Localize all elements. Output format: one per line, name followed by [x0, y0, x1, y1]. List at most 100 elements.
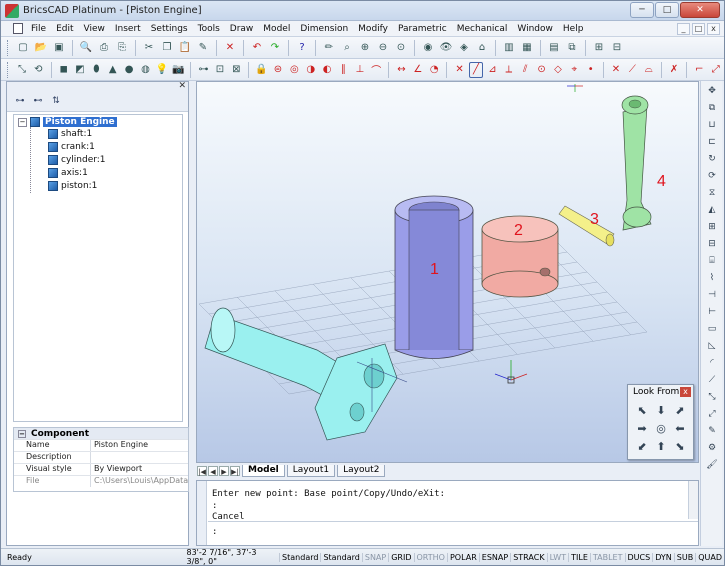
box-icon[interactable]: ◼ — [56, 62, 70, 78]
angle-icon[interactable]: ∠ — [411, 62, 425, 78]
eye-icon[interactable]: 👁 — [438, 40, 454, 56]
delete-icon[interactable]: ✕ — [222, 40, 238, 56]
menu-edit[interactable]: Edit — [51, 24, 78, 34]
look-left-icon[interactable]: ⬅ — [672, 421, 688, 436]
dim-style[interactable]: Standard — [320, 552, 361, 562]
align-icon[interactable]: ⌸ — [704, 254, 720, 268]
snap-nearest-icon[interactable]: ⟋ — [625, 62, 639, 78]
cascade-icon[interactable]: ⊟ — [609, 40, 625, 56]
toolbar-grip[interactable] — [7, 39, 10, 56]
connecting-rod-part[interactable] — [621, 95, 652, 231]
tangent-icon[interactable]: ⌒ — [369, 62, 383, 78]
look-right-icon[interactable]: ➡ — [634, 421, 650, 436]
snap-apparent-icon[interactable]: ⤢ — [709, 62, 723, 78]
tab-model[interactable]: Model — [242, 465, 285, 477]
menu-dimension[interactable]: Dimension — [295, 24, 353, 34]
prop-row-file[interactable]: File C:\Users\Louis\AppData — [14, 475, 188, 487]
collapse-tree-icon[interactable]: ⊷ — [31, 96, 45, 108]
prop-row-visual-style[interactable]: Visual style By Viewport — [14, 463, 188, 475]
undo-icon[interactable]: ↶ — [249, 40, 265, 56]
zoom-out-icon[interactable]: ⊖ — [375, 40, 391, 56]
command-scrollbar[interactable] — [688, 481, 698, 519]
command-input[interactable]: : — [208, 521, 698, 545]
menu-insert[interactable]: Insert — [110, 24, 146, 34]
menu-file[interactable]: File — [26, 24, 51, 34]
tab-layout2[interactable]: Layout2 — [337, 465, 386, 477]
toggle-tile[interactable]: TILE — [568, 552, 590, 562]
stretch-icon[interactable]: ⊔ — [704, 118, 720, 132]
snap-extension-icon[interactable]: ⌐ — [692, 62, 706, 78]
move-icon[interactable]: ✥ — [704, 84, 720, 98]
mirror3d-icon[interactable]: ◭ — [704, 203, 720, 217]
offset-icon[interactable]: ⌇ — [704, 271, 720, 285]
divide-icon[interactable]: ⤢ — [704, 407, 720, 421]
fillet-icon[interactable]: ◜ — [704, 356, 720, 370]
pencil-icon[interactable]: ✏ — [321, 40, 337, 56]
print-preview-icon[interactable]: 🔍 — [78, 40, 94, 56]
maximize-button[interactable]: □ — [655, 2, 679, 18]
array-icon[interactable]: ⊞ — [704, 220, 720, 234]
doc-restore-button[interactable]: □ — [692, 23, 705, 35]
menu-mechanical[interactable]: Mechanical — [452, 24, 513, 34]
snap-intersection-icon[interactable]: ✕ — [609, 62, 623, 78]
toggle-lwt[interactable]: LWT — [546, 552, 569, 562]
toggle-grid[interactable]: GRID — [388, 552, 413, 562]
prop-row-name[interactable]: Name Piston Engine — [14, 439, 188, 451]
break-icon[interactable]: ▭ — [704, 322, 720, 336]
concentric-icon[interactable]: ◐ — [320, 62, 334, 78]
doc-minimize-button[interactable]: _ — [677, 23, 690, 35]
look-ne-icon[interactable]: ⬈ — [672, 403, 688, 418]
toolbar-grip[interactable] — [7, 61, 10, 78]
named-views-icon[interactable]: ⌂ — [474, 40, 490, 56]
snap-line-icon[interactable]: ╱ — [468, 61, 484, 78]
zoom-icon[interactable]: ⌕ — [339, 40, 355, 56]
cone-icon[interactable]: ▲ — [106, 62, 120, 78]
sphere-icon[interactable]: ● — [122, 62, 136, 78]
toggle-ducs[interactable]: DUCS — [624, 552, 653, 562]
copy-icon[interactable]: ❐ — [159, 40, 175, 56]
ucs-icon[interactable]: ⤡ — [15, 62, 29, 78]
print-icon[interactable]: ⎙ — [96, 40, 112, 56]
fix-icon[interactable]: ◎ — [287, 62, 301, 78]
sort-icon[interactable]: ⇅ — [49, 96, 63, 108]
redo-icon[interactable]: ↷ — [267, 40, 283, 56]
new-icon[interactable]: ▢ — [15, 40, 31, 56]
shaft-part[interactable] — [204, 307, 408, 441]
distance-icon[interactable]: ↔ — [394, 62, 408, 78]
render-icon[interactable]: ◉ — [420, 40, 436, 56]
plot-icon[interactable]: ⎘ — [114, 40, 130, 56]
rotate-icon[interactable]: ↻ — [704, 152, 720, 166]
look-center-icon[interactable]: ◎ — [653, 421, 669, 436]
tree-item-crank[interactable]: crank:1 — [48, 142, 95, 152]
zoom-window-icon[interactable]: ⊙ — [393, 40, 409, 56]
coincident-icon[interactable]: ◑ — [304, 62, 318, 78]
toggle-polar[interactable]: POLAR — [446, 552, 479, 562]
snap-insertion-icon[interactable]: ⌖ — [567, 62, 581, 78]
brush-icon[interactable]: 🖌 — [704, 458, 720, 472]
snap-tangent-icon[interactable]: ⌓ — [642, 62, 656, 78]
tree-item-shaft[interactable]: shaft:1 — [48, 129, 92, 139]
explorer-icon[interactable]: ⧉ — [564, 40, 580, 56]
tab-last-button[interactable]: ▶| — [230, 466, 240, 476]
toggle-sub[interactable]: SUB — [673, 552, 695, 562]
doc-close-button[interactable]: x — [707, 23, 720, 35]
wedge-icon[interactable]: ◩ — [73, 62, 87, 78]
torus-icon[interactable]: ◍ — [138, 62, 152, 78]
toggle-quad[interactable]: QUAD — [695, 552, 724, 562]
pin-part[interactable] — [558, 205, 615, 247]
snap-node-icon[interactable]: • — [584, 62, 598, 78]
snap-clear-icon[interactable]: ✗ — [667, 62, 681, 78]
parallel-icon[interactable]: ∥ — [336, 62, 350, 78]
model-viewport[interactable]: 1 2 3 4 — [196, 81, 699, 463]
tree-root[interactable]: − Piston Engine — [18, 117, 117, 127]
paste-icon[interactable]: 📋 — [177, 40, 193, 56]
snap-perp-icon[interactable]: ⟂ — [502, 62, 516, 78]
menu-window[interactable]: Window — [512, 24, 558, 34]
menu-tools[interactable]: Tools — [193, 24, 225, 34]
menu-parametric[interactable]: Parametric — [393, 24, 452, 34]
toggle-ortho[interactable]: ORTHO — [413, 552, 447, 562]
snap-endpoint-icon[interactable]: ✕ — [452, 62, 466, 78]
properties-icon[interactable]: ▤ — [546, 40, 562, 56]
tab-next-button[interactable]: ▶ — [219, 466, 229, 476]
panel-close-icon[interactable]: ✕ — [178, 81, 186, 91]
